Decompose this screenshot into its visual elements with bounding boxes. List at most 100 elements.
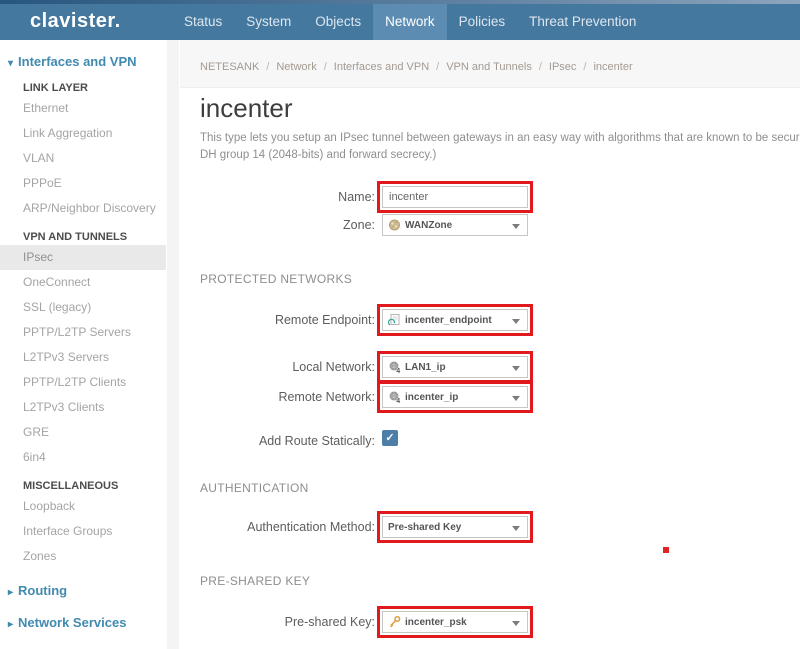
- sidebar-item-vlan[interactable]: VLAN: [0, 146, 166, 171]
- sidebar-item-l2tpv3-servers[interactable]: L2TPv3 Servers: [0, 345, 166, 370]
- auth-method-label: Authentication Method:: [180, 520, 375, 534]
- sidebar-item-label: PPPoE: [23, 176, 62, 190]
- sidebar-menu: ▾Interfaces and VPN LINK LAYER Ethernet …: [0, 52, 180, 633]
- local-network-select[interactable]: 4 LAN1_ip: [382, 356, 528, 378]
- sidebar-item-label: MISCELLANEOUS: [23, 480, 118, 492]
- sidebar-item-pppoe[interactable]: PPPoE: [0, 171, 166, 196]
- sidebar-item-arp-neighbor-discovery[interactable]: ARP/Neighbor Discovery: [0, 196, 166, 221]
- auth-method-row: Authentication Method: Pre-shared Key: [180, 511, 800, 545]
- svg-text:4: 4: [396, 368, 400, 374]
- sidebar-item-label: PPTP/L2TP Clients: [23, 375, 126, 389]
- psk-select[interactable]: incenter_psk: [382, 611, 528, 633]
- sidebar-item-oneconnect[interactable]: OneConnect: [0, 270, 166, 295]
- chevron-down-icon: [512, 319, 520, 324]
- nav-tab-system[interactable]: System: [234, 4, 303, 40]
- sidebar-item-label: OneConnect: [23, 275, 90, 289]
- sidebar-item-label: GRE: [23, 425, 49, 439]
- main-content: NETESANKNetworkInterfaces and VPNVPN and…: [180, 40, 800, 649]
- remote-network-label: Remote Network:: [180, 390, 375, 404]
- sidebar-item-label: SSL (legacy): [23, 300, 91, 314]
- page-description: This type lets you setup an IPsec tunnel…: [200, 130, 800, 164]
- sidebar-item-interfaces-and-vpn[interactable]: ▾Interfaces and VPN: [0, 52, 166, 72]
- breadcrumb-part[interactable]: NETESANK: [200, 61, 259, 73]
- psk-row: Pre-shared Key: incenter_psk: [180, 606, 800, 640]
- local-network-value: LAN1_ip: [405, 362, 522, 373]
- nav-tabs: Status System Objects Network Policies T…: [172, 4, 648, 40]
- breadcrumb-part[interactable]: incenter: [576, 61, 632, 73]
- local-network-row: Local Network: 4 LAN1_ip: [180, 351, 800, 385]
- sidebar-item-pptp-l2tp-clients[interactable]: PPTP/L2TP Clients: [0, 370, 166, 395]
- remote-endpoint-select[interactable]: incenter_endpoint: [382, 309, 528, 331]
- sidebar: ▾Interfaces and VPN LINK LAYER Ethernet …: [0, 40, 180, 649]
- sidebar-item-pptp-l2tp-servers[interactable]: PPTP/L2TP Servers: [0, 320, 166, 345]
- pre-shared-key-header: PRE-SHARED KEY: [200, 574, 310, 588]
- sidebar-item-link-layer: LINK LAYER: [0, 80, 166, 96]
- breadcrumb-part[interactable]: Network: [259, 61, 316, 73]
- annotation-box-remote-network: 4 incenter_ip: [377, 381, 533, 413]
- auth-method-value: Pre-shared Key: [388, 522, 522, 533]
- sidebar-item-6in4[interactable]: 6in4: [0, 445, 166, 470]
- sidebar-item-link-aggregation[interactable]: Link Aggregation: [0, 121, 166, 146]
- svg-text:4: 4: [396, 398, 400, 404]
- breadcrumb: NETESANKNetworkInterfaces and VPNVPN and…: [180, 40, 800, 88]
- sidebar-item-zones[interactable]: Zones: [0, 544, 166, 569]
- protected-networks-header: PROTECTED NETWORKS: [200, 272, 352, 286]
- local-network-label: Local Network:: [180, 360, 375, 374]
- nav-tab-label: Policies: [459, 14, 506, 29]
- zone-select[interactable]: WANZone: [382, 214, 528, 236]
- sidebar-item-loopback[interactable]: Loopback: [0, 494, 166, 519]
- sidebar-item-routing[interactable]: ▸ Routing: [0, 581, 166, 601]
- sidebar-item-ipsec[interactable]: IPsec: [0, 245, 166, 270]
- remote-network-row: Remote Network: 4 incenter_ip: [180, 381, 800, 415]
- breadcrumb-part[interactable]: VPN and Tunnels: [429, 61, 532, 73]
- sidebar-item-label: ARP/Neighbor Discovery: [23, 201, 156, 215]
- remote-network-select[interactable]: 4 incenter_ip: [382, 386, 528, 408]
- sidebar-item-label: L2TPv3 Clients: [23, 400, 104, 414]
- nav-tab-threat-prevention[interactable]: Threat Prevention: [517, 4, 648, 40]
- caret-icon: ▸: [8, 587, 13, 598]
- nav-tab-policies[interactable]: Policies: [447, 4, 518, 40]
- breadcrumb-part[interactable]: Interfaces and VPN: [317, 61, 429, 73]
- sidebar-item-vpn-and-tunnels: VPN AND TUNNELS: [0, 229, 166, 245]
- sidebar-item-label: Routing: [18, 583, 67, 598]
- remote-endpoint-row: Remote Endpoint: incenter_endpoint: [180, 304, 800, 338]
- annotation-box-remote-endpoint: incenter_endpoint: [377, 304, 533, 336]
- zone-icon: [388, 218, 401, 232]
- nav-tab-label: Objects: [315, 14, 361, 29]
- sidebar-item-label: 6in4: [23, 450, 46, 464]
- chevron-down-icon: [512, 396, 520, 401]
- sidebar-item-gre[interactable]: GRE: [0, 420, 166, 445]
- auth-method-select[interactable]: Pre-shared Key: [382, 516, 528, 538]
- sidebar-item-l2tpv3-clients[interactable]: L2TPv3 Clients: [0, 395, 166, 420]
- key-icon: [388, 615, 401, 629]
- nav-tab-label: System: [246, 14, 291, 29]
- zone-value: WANZone: [405, 220, 522, 231]
- sidebar-item-label: Loopback: [23, 499, 75, 513]
- annotation-box-local-network: 4 LAN1_ip: [377, 351, 533, 383]
- sidebar-item-label: VPN AND TUNNELS: [23, 231, 127, 243]
- sidebar-item-miscellaneous: MISCELLANEOUS: [0, 478, 166, 494]
- add-route-label: Add Route Statically:: [180, 434, 375, 448]
- add-route-checkbox[interactable]: ✓: [382, 430, 398, 446]
- ipv4-network-icon: 4: [388, 360, 401, 374]
- sidebar-item-ethernet[interactable]: Ethernet: [0, 96, 166, 121]
- annotation-box-auth-method: Pre-shared Key: [377, 511, 533, 543]
- sidebar-scrollbar[interactable]: [167, 40, 179, 649]
- name-input[interactable]: [382, 186, 528, 208]
- sidebar-item-network-services[interactable]: ▸Network Services: [0, 613, 166, 633]
- nav-tab-status[interactable]: Status: [172, 4, 234, 40]
- endpoint-address-icon: [388, 313, 401, 327]
- nav-tab-objects[interactable]: Objects: [303, 4, 373, 40]
- breadcrumb-part[interactable]: IPsec: [532, 61, 577, 73]
- clavister-logo: clavister.: [0, 4, 172, 40]
- sidebar-item-label: IPsec: [23, 250, 53, 264]
- top-navbar: clavister. Status System Objects Network…: [0, 0, 800, 40]
- chevron-down-icon: [512, 621, 520, 626]
- sidebar-item-ssl-legacy[interactable]: SSL (legacy): [0, 295, 166, 320]
- nav-tab-network[interactable]: Network: [373, 4, 447, 40]
- sidebar-item-interface-groups[interactable]: Interface Groups: [0, 519, 166, 544]
- remote-endpoint-label: Remote Endpoint:: [180, 313, 375, 327]
- annotation-dot: [663, 547, 669, 553]
- psk-label: Pre-shared Key:: [180, 615, 375, 629]
- psk-value: incenter_psk: [405, 617, 522, 628]
